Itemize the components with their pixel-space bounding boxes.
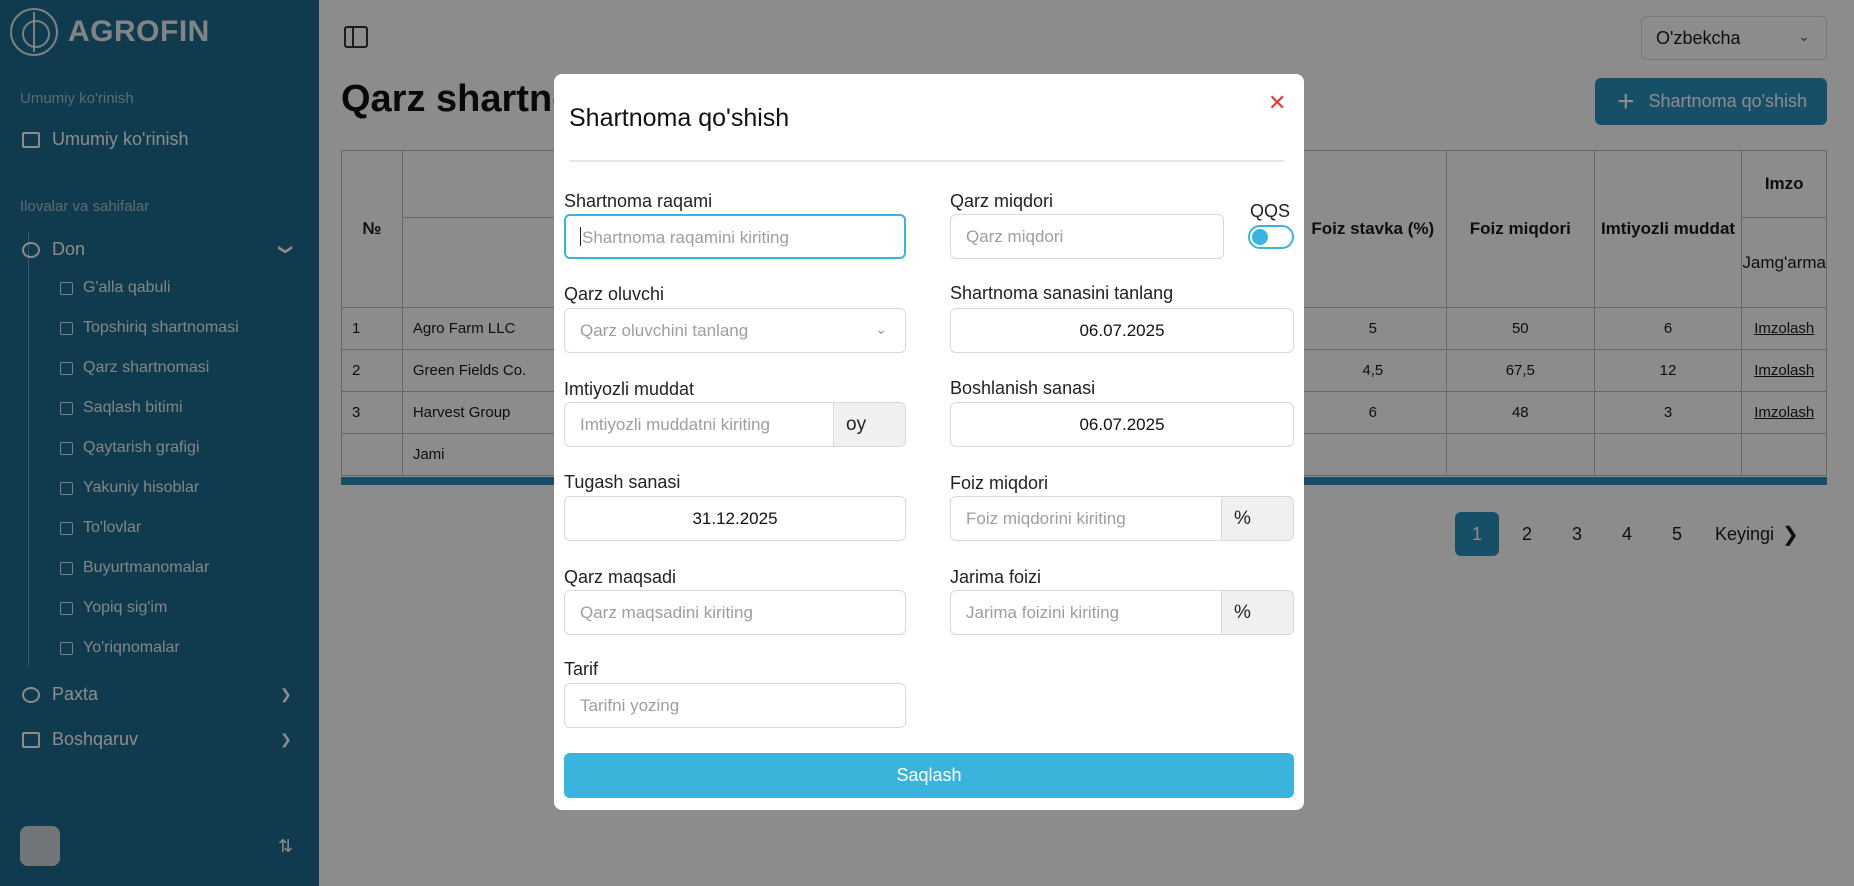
grace-period-placeholder: Imtiyozli muddatni kiriting xyxy=(580,415,770,434)
end-date-picker[interactable]: 31.12.2025 xyxy=(564,496,906,541)
close-icon[interactable]: ✕ xyxy=(1268,90,1286,116)
contract-number-placeholder: Shartnoma raqamini kiriting xyxy=(582,228,789,247)
modal-divider xyxy=(569,160,1284,162)
purpose-label: Qarz maqsadi xyxy=(564,567,677,587)
penalty-input[interactable]: Jarima foizini kiriting xyxy=(950,590,1222,635)
penalty-label: Jarima foizi xyxy=(950,567,1042,587)
borrower-placeholder: Qarz oluvchini tanlang xyxy=(580,321,749,340)
loan-amount-input[interactable]: Qarz miqdori xyxy=(950,214,1224,259)
interest-amount-unit: % xyxy=(1221,496,1294,541)
description-label: Tarif xyxy=(564,659,599,679)
vat-label: QQS xyxy=(1250,201,1291,221)
loan-amount-label: Qarz miqdori xyxy=(950,191,1054,211)
grace-period-unit: oy xyxy=(833,402,906,447)
grace-period-label: Imtiyozli muddat xyxy=(564,379,695,399)
purpose-input[interactable]: Qarz maqsadini kiriting xyxy=(564,590,906,635)
save-button[interactable]: Saqlash xyxy=(564,753,1294,798)
modal-title: Shartnoma qo'shish xyxy=(569,104,790,132)
interest-amount-label: Foiz miqdori xyxy=(950,473,1049,493)
vat-toggle[interactable] xyxy=(1248,225,1294,249)
borrower-label: Qarz oluvchi xyxy=(564,284,665,304)
text-caret xyxy=(580,227,581,246)
interest-amount-input[interactable]: Foiz miqdorini kiriting xyxy=(950,496,1222,541)
contract-number-input[interactable]: Shartnoma raqamini kiriting xyxy=(564,214,906,259)
contract-date-value: 06.07.2025 xyxy=(1079,321,1165,340)
description-input[interactable]: Tarifni yozing xyxy=(564,683,906,728)
borrower-select[interactable]: Qarz oluvchini tanlang ⌄ xyxy=(564,308,906,353)
penalty-placeholder: Jarima foizini kiriting xyxy=(966,603,1120,622)
penalty-unit: % xyxy=(1221,590,1294,635)
purpose-placeholder: Qarz maqsadini kiriting xyxy=(580,603,753,622)
interest-amount-placeholder: Foiz miqdorini kiriting xyxy=(966,509,1126,528)
loan-amount-placeholder: Qarz miqdori xyxy=(966,227,1064,246)
add-contract-modal: Shartnoma qo'shish ✕ Shartnoma raqami Sh… xyxy=(554,74,1304,810)
contract-number-label: Shartnoma raqami xyxy=(564,191,713,211)
chevron-down-icon: ⌄ xyxy=(875,321,887,337)
description-placeholder: Tarifni yozing xyxy=(580,696,680,715)
grace-period-input[interactable]: Imtiyozli muddatni kiriting xyxy=(564,402,834,447)
end-date-label: Tugash sanasi xyxy=(564,472,681,492)
end-date-value: 31.12.2025 xyxy=(692,509,778,528)
start-date-label: Boshlanish sanasi xyxy=(950,378,1096,398)
start-date-value: 06.07.2025 xyxy=(1079,415,1165,434)
contract-date-picker[interactable]: 06.07.2025 xyxy=(950,308,1294,353)
contract-date-label: Shartnoma sanasini tanlang xyxy=(950,283,1174,303)
start-date-picker[interactable]: 06.07.2025 xyxy=(950,402,1294,447)
